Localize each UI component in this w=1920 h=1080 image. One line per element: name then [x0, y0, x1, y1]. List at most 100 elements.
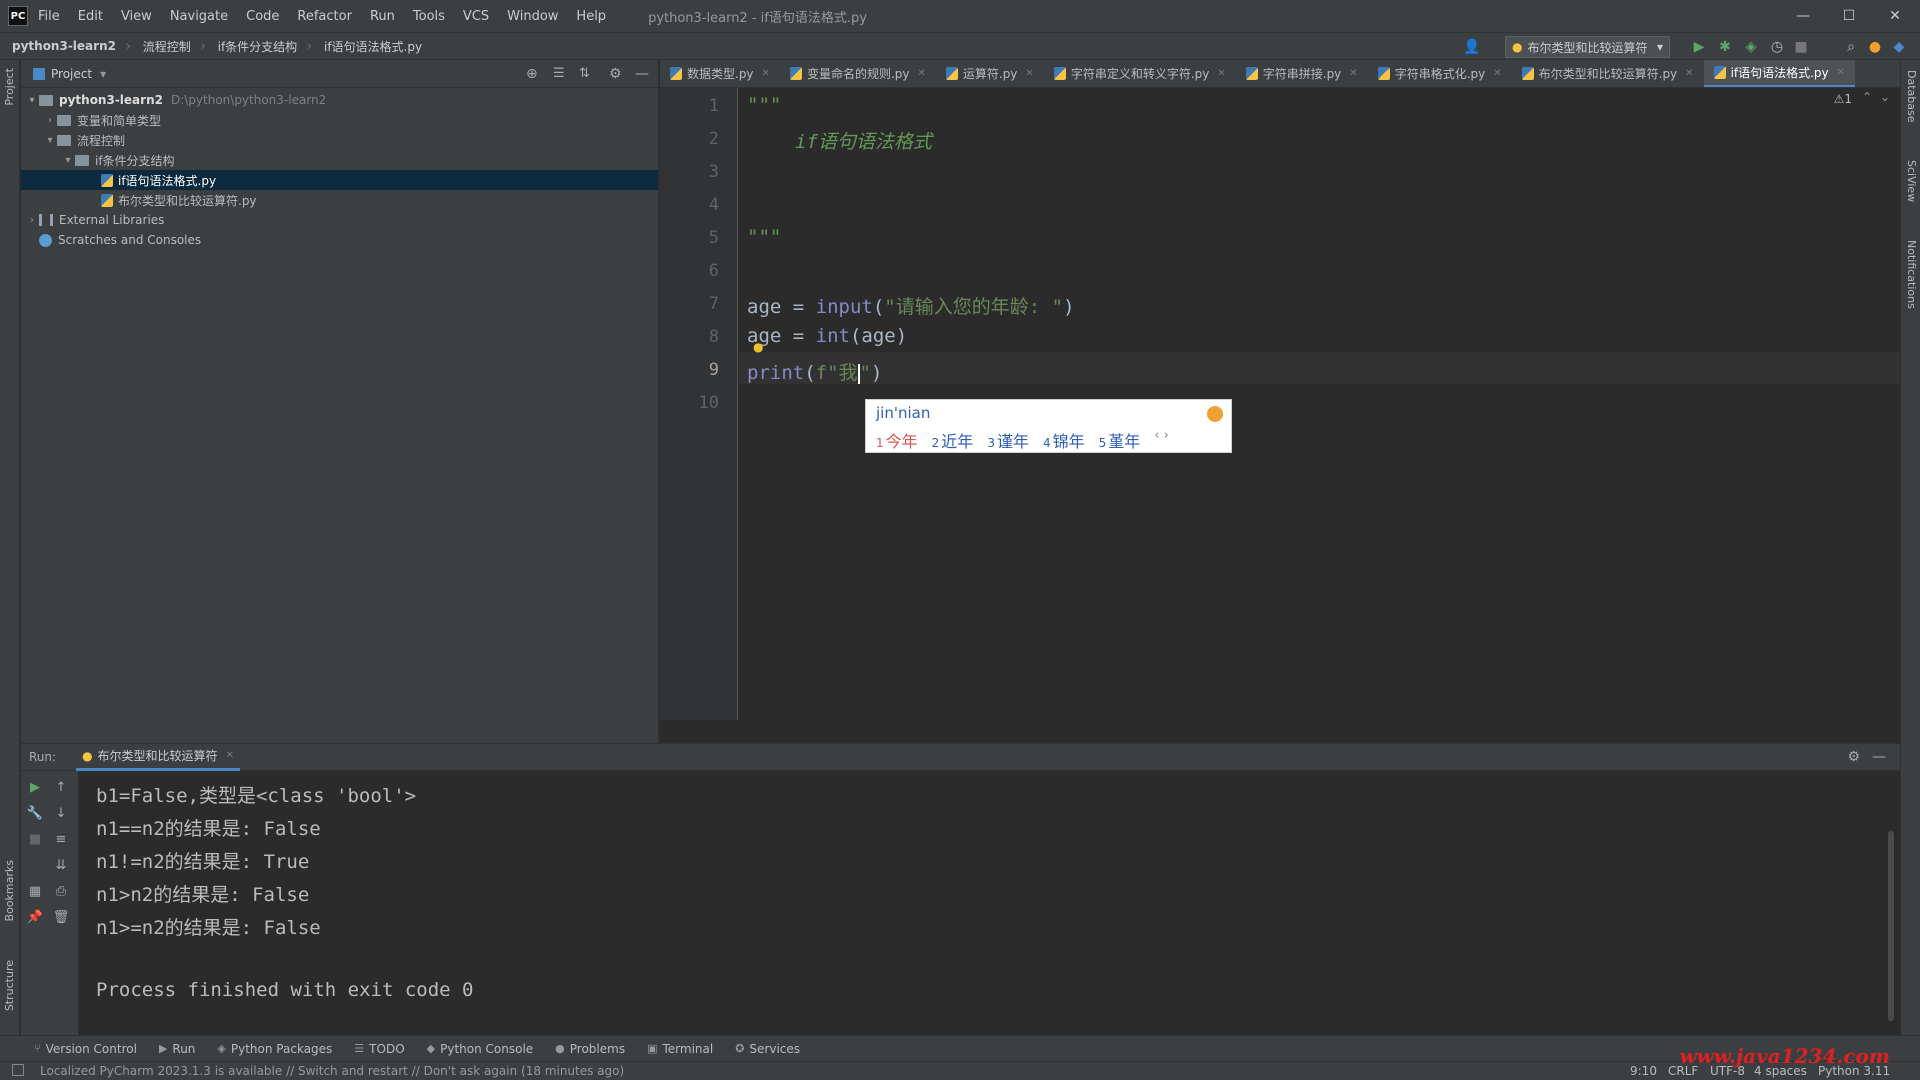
close-tab-icon[interactable]: ✕ — [1837, 67, 1845, 78]
tree-item-scratches[interactable]: Scratches and Consoles — [21, 230, 658, 250]
ime-page-nav[interactable]: ‹ › — [1154, 428, 1169, 452]
menu-edit[interactable]: Edit — [78, 9, 103, 24]
chevron-right-icon[interactable]: › — [25, 215, 39, 226]
breadcrumb-project[interactable]: python3-learn2 — [12, 39, 116, 53]
menu-file[interactable]: File — [38, 9, 60, 24]
chevron-up-icon[interactable]: ⌃ — [1862, 90, 1872, 104]
ime-candidate[interactable]: 1 今年 — [876, 428, 918, 452]
stop-icon[interactable]: ■ — [1792, 38, 1810, 56]
editor-tab[interactable]: 字符串定义和转义字符.py ✕ — [1044, 60, 1236, 87]
menu-refactor[interactable]: Refactor — [297, 9, 352, 24]
chevron-down-icon[interactable]: ▾ — [25, 95, 39, 106]
print-icon[interactable]: ⎙ — [53, 883, 69, 899]
close-tab-icon[interactable]: ✕ — [226, 750, 234, 761]
chevron-down-icon[interactable]: ▾ — [100, 67, 106, 81]
tree-item-folder[interactable]: › 变量和简单类型 — [21, 110, 658, 130]
breadcrumb-subfolder[interactable]: if条件分支结构 — [218, 38, 298, 55]
menu-view[interactable]: View — [121, 9, 152, 24]
run-tab[interactable]: ● 布尔类型和比较运算符 ✕ — [76, 743, 240, 771]
run-icon[interactable]: ▶ — [1690, 38, 1708, 56]
project-tool-button[interactable]: Project — [3, 68, 16, 106]
close-icon[interactable]: ✕ — [1872, 0, 1918, 32]
project-panel-title[interactable]: Project — [51, 67, 92, 81]
chevron-down-icon[interactable]: ⌄ — [1880, 90, 1890, 104]
breadcrumb-file[interactable]: if语句语法格式.py — [324, 38, 422, 55]
wrench-icon[interactable]: 🔧 — [27, 805, 43, 821]
bookmarks-tool-button[interactable]: Bookmarks — [3, 860, 16, 921]
menu-window[interactable]: Window — [507, 9, 558, 24]
rerun-icon[interactable]: ▶ — [27, 779, 43, 795]
editor-tab[interactable]: 数据类型.py ✕ — [660, 60, 780, 87]
scroll-to-end-icon[interactable]: ⇊ — [53, 857, 69, 873]
editor-tab[interactable]: 字符串拼接.py ✕ — [1236, 60, 1368, 87]
ime-candidate[interactable]: 5 堇年 — [1099, 428, 1141, 452]
expand-all-icon[interactable]: ☰ — [553, 66, 565, 81]
close-tab-icon[interactable]: ✕ — [762, 68, 770, 79]
chevron-down-icon[interactable]: ▾ — [43, 135, 57, 146]
menu-navigate[interactable]: Navigate — [170, 9, 228, 24]
minimize-icon[interactable]: — — [1780, 0, 1826, 32]
menu-help[interactable]: Help — [576, 9, 606, 24]
close-tab-icon[interactable]: ✕ — [1349, 68, 1357, 79]
menu-tools[interactable]: Tools — [413, 9, 445, 24]
tool-services[interactable]: ✪ Services — [735, 1042, 800, 1056]
ime-candidate[interactable]: 4 锦年 — [1043, 428, 1085, 452]
pin-icon[interactable]: 📌 — [27, 909, 43, 925]
tree-item-external-libraries[interactable]: › External Libraries — [21, 210, 658, 230]
tool-terminal[interactable]: ▣ Terminal — [647, 1042, 713, 1056]
close-tab-icon[interactable]: ✕ — [1685, 68, 1693, 79]
tree-item-file-selected[interactable]: if语句语法格式.py — [21, 170, 658, 190]
editor-tab[interactable]: 布尔类型和比较运算符.py ✕ — [1512, 60, 1704, 87]
debug-icon[interactable]: ✱ — [1716, 38, 1734, 56]
menu-code[interactable]: Code — [246, 9, 279, 24]
breadcrumb-folder[interactable]: 流程控制 — [143, 38, 191, 55]
tool-version-control[interactable]: ⑂ Version Control — [34, 1042, 137, 1056]
caret-position[interactable]: 9:10 — [1630, 1064, 1657, 1078]
tool-todo[interactable]: ☰ TODO — [354, 1042, 404, 1056]
coverage-icon[interactable]: ◈ — [1742, 38, 1760, 56]
gear-icon[interactable]: ⚙ — [1847, 749, 1860, 765]
arrow-up-icon[interactable]: ↑ — [53, 779, 69, 795]
sciview-tool-button[interactable]: SciView — [1905, 160, 1918, 202]
close-tab-icon[interactable]: ✕ — [1025, 68, 1033, 79]
run-configuration-select[interactable]: ● 布尔类型和比较运算符 ▾ — [1505, 36, 1670, 58]
tool-python-packages[interactable]: ◈ Python Packages — [217, 1042, 332, 1056]
editor-tab[interactable]: 运算符.py ✕ — [936, 60, 1044, 87]
tree-item-file[interactable]: 布尔类型和比较运算符.py — [21, 190, 658, 210]
updates-icon[interactable]: ● — [1866, 38, 1884, 56]
gear-icon[interactable]: ⚙ — [609, 66, 622, 82]
profile-icon[interactable]: ◷ — [1768, 38, 1786, 56]
tree-item-folder[interactable]: ▾ 流程控制 — [21, 130, 658, 150]
menu-vcs[interactable]: VCS — [463, 9, 489, 24]
close-tab-icon[interactable]: ✕ — [1493, 68, 1501, 79]
database-tool-button[interactable]: Database — [1905, 70, 1918, 123]
arrow-down-icon[interactable]: ↓ — [53, 805, 69, 821]
search-icon[interactable]: ⌕ — [1842, 38, 1860, 56]
editor-tab[interactable]: 字符串格式化.py ✕ — [1368, 60, 1512, 87]
tool-run[interactable]: ▶ Run — [159, 1042, 195, 1056]
tool-python-console[interactable]: ◆ Python Console — [427, 1042, 534, 1056]
close-tab-icon[interactable]: ✕ — [917, 68, 925, 79]
lightbulb-icon[interactable]: ● — [753, 340, 763, 354]
ide-features-icon[interactable]: ◆ — [1890, 38, 1908, 56]
ime-candidate[interactable]: 2 近年 — [932, 428, 974, 452]
close-tab-icon[interactable]: ✕ — [1217, 68, 1225, 79]
soft-wrap-icon[interactable]: ≡ — [53, 831, 69, 847]
structure-tool-button[interactable]: Structure — [3, 960, 16, 1011]
tool-problems[interactable]: ● Problems — [555, 1042, 625, 1056]
user-icon[interactable]: 👤 — [1463, 38, 1481, 56]
notifications-tool-button[interactable]: Notifications — [1905, 240, 1918, 309]
maximize-icon[interactable]: ☐ — [1826, 0, 1872, 32]
run-console[interactable]: b1=False,类型是<class 'bool'> n1==n2的结果是: F… — [80, 771, 1900, 1035]
collapse-all-icon[interactable]: ⇅ — [579, 66, 590, 81]
chevron-right-icon[interactable]: › — [43, 115, 57, 126]
editor-tab-active[interactable]: if语句语法格式.py ✕ — [1703, 60, 1856, 87]
hide-panel-icon[interactable]: — — [635, 66, 649, 82]
warning-indicator[interactable]: ⚠1 — [1834, 92, 1852, 106]
trash-icon[interactable]: 🗑 — [53, 909, 70, 925]
tree-item-root[interactable]: ▾ python3-learn2 D:\python\python3-learn… — [21, 90, 658, 110]
hide-panel-icon[interactable]: — — [1872, 749, 1886, 765]
layout-icon[interactable]: ▦ — [27, 883, 43, 899]
status-toggle-icon[interactable] — [12, 1064, 24, 1076]
chevron-down-icon[interactable]: ▾ — [61, 155, 75, 166]
